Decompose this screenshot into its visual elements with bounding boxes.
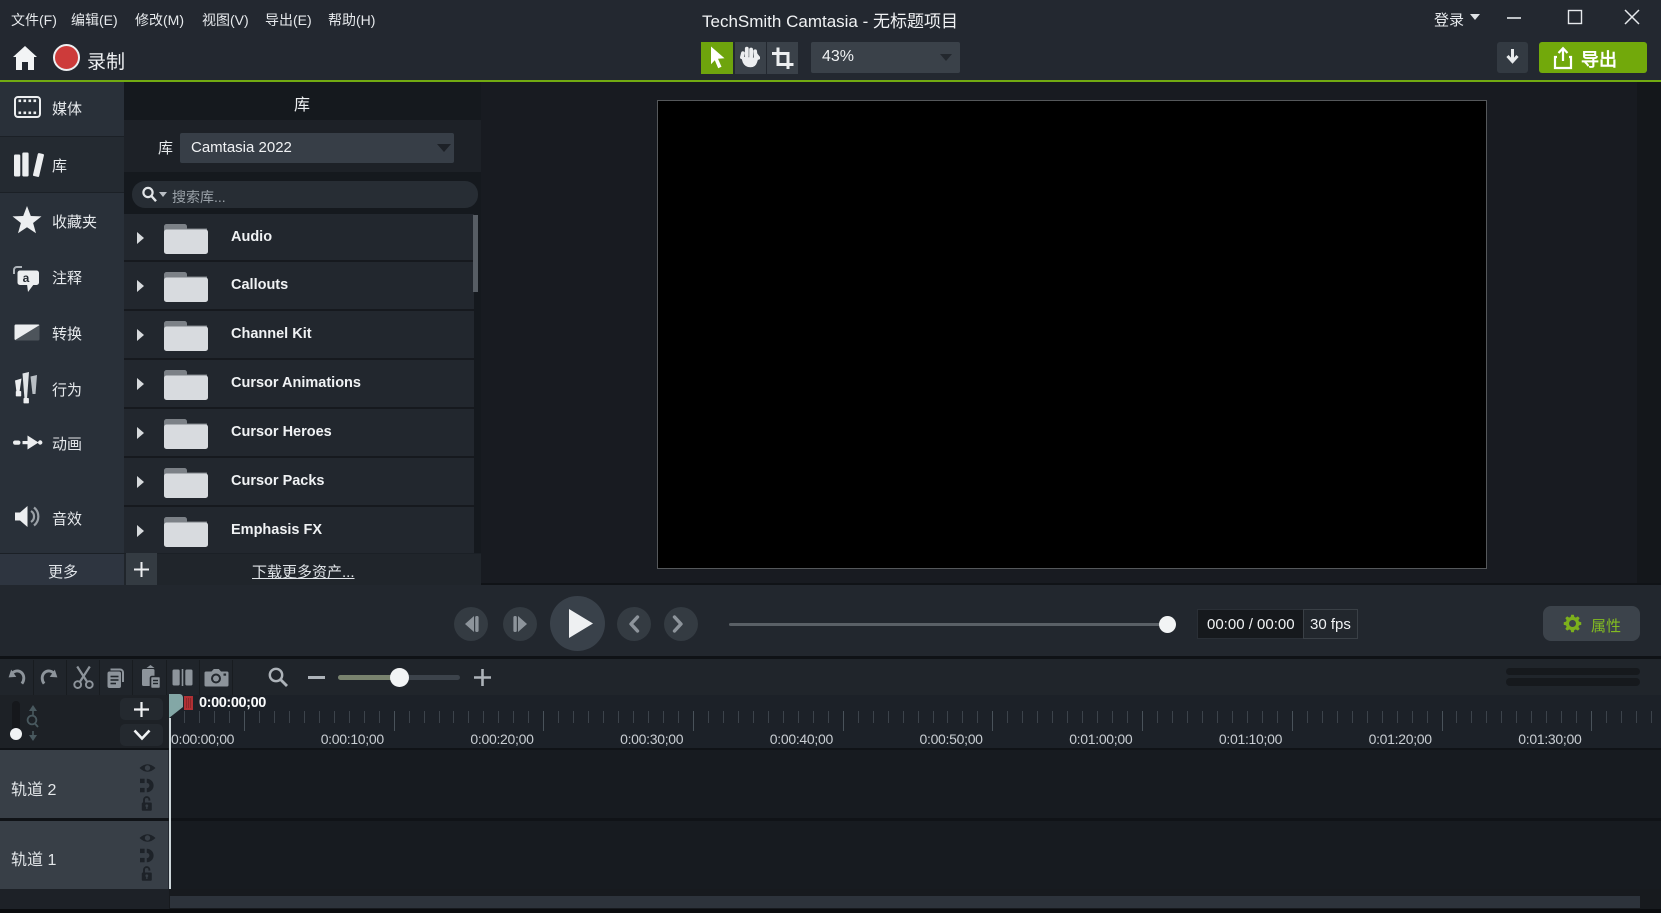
svg-text:a: a — [23, 271, 30, 285]
